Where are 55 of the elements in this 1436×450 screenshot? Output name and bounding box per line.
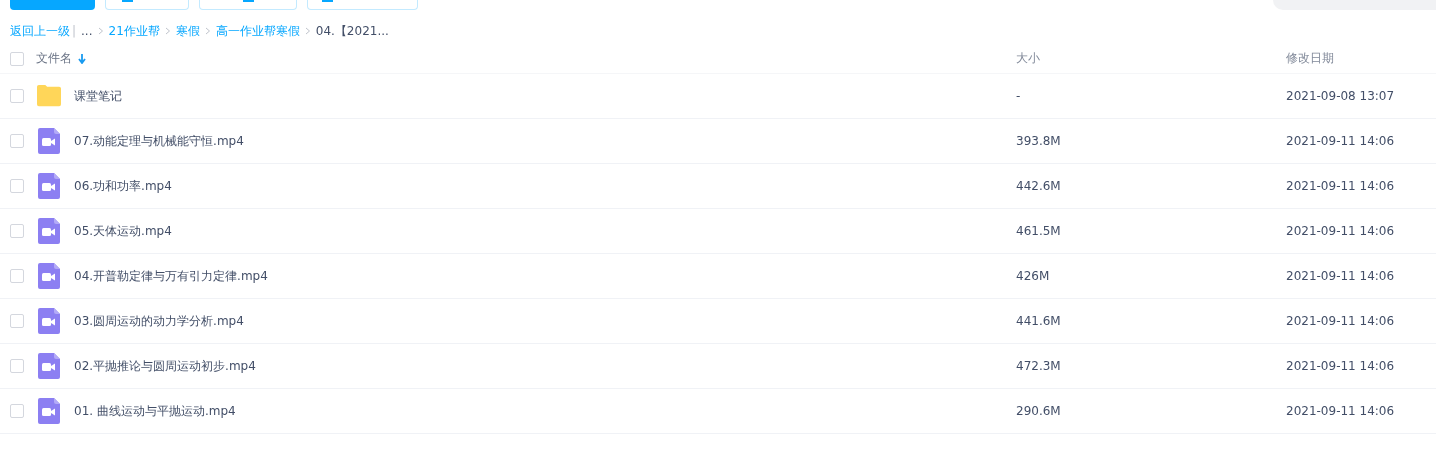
folder-icon [36, 84, 62, 108]
modified-date: 2021-09-11 14:06 [1286, 179, 1395, 193]
file-size: 290.6M [1016, 404, 1061, 418]
checkbox[interactable] [10, 404, 24, 418]
file-size: - [1016, 89, 1021, 103]
modified-date: 2021-09-11 14:06 [1286, 134, 1395, 148]
modified-date: 2021-09-11 14:06 [1286, 224, 1395, 238]
file-name[interactable]: 05.天体运动.mp4 [74, 222, 172, 240]
video-file-icon [38, 308, 60, 334]
sort-arrow-icon[interactable] [78, 53, 86, 64]
checkbox[interactable] [10, 179, 24, 193]
file-size: 393.8M [1016, 134, 1061, 148]
video-file-icon [38, 263, 60, 289]
video-file-icon [38, 353, 60, 379]
file-name[interactable]: 04.开普勒定律与万有引力定律.mp4 [74, 267, 268, 285]
video-file-icon [38, 398, 60, 424]
checkbox[interactable] [10, 51, 24, 66]
breadcrumb-item: ... [81, 24, 93, 38]
checkbox[interactable] [10, 224, 24, 238]
toolbar-button[interactable] [199, 0, 297, 10]
checkbox[interactable] [10, 134, 24, 148]
chevron-icon [204, 27, 211, 35]
modified-date: 2021-09-11 14:06 [1286, 359, 1395, 373]
modified-date: 2021-09-11 14:06 [1286, 404, 1395, 418]
file-name[interactable]: 06.功和功率.mp4 [74, 177, 172, 195]
file-name[interactable]: 07.动能定理与机械能守恒.mp4 [74, 132, 244, 150]
file-name[interactable]: 课堂笔记 [74, 87, 122, 105]
file-name[interactable]: 02.平抛推论与圆周运动初步.mp4 [74, 357, 256, 375]
video-file-icon [38, 173, 60, 199]
file-size: 426M [1016, 269, 1050, 283]
breadcrumb-item: 04.【2021... [315, 22, 389, 40]
file-size: 441.6M [1016, 314, 1061, 328]
modified-date: 2021-09-11 14:06 [1286, 269, 1395, 283]
modified-date: 2021-09-11 14:06 [1286, 314, 1395, 328]
checkbox[interactable] [10, 269, 24, 283]
modified-date: 2021-09-08 13:07 [1286, 89, 1395, 103]
chevron-icon [164, 27, 171, 35]
checkbox[interactable] [10, 89, 24, 103]
checkbox[interactable] [10, 359, 24, 373]
chevron-icon [97, 27, 104, 35]
video-file-icon [38, 128, 60, 154]
toolbar-button[interactable] [105, 0, 189, 10]
file-name[interactable]: 03.圆周运动的动力学分析.mp4 [74, 312, 244, 330]
video-file-icon [38, 218, 60, 244]
file-size: 461.5M [1016, 224, 1061, 238]
file-size: 442.6M [1016, 179, 1061, 193]
file-size: 472.3M [1016, 359, 1061, 373]
separator: | [72, 24, 77, 38]
toolbar-button[interactable] [307, 0, 418, 10]
column-header[interactable]: 修改日期 [1286, 50, 1334, 67]
column-header[interactable]: 大小 [1016, 50, 1040, 67]
chevron-icon [304, 27, 311, 35]
checkbox[interactable] [10, 314, 24, 328]
column-header[interactable]: 文件名 [36, 50, 72, 67]
file-name[interactable]: 01. 曲线运动与平抛运动.mp4 [74, 402, 236, 420]
